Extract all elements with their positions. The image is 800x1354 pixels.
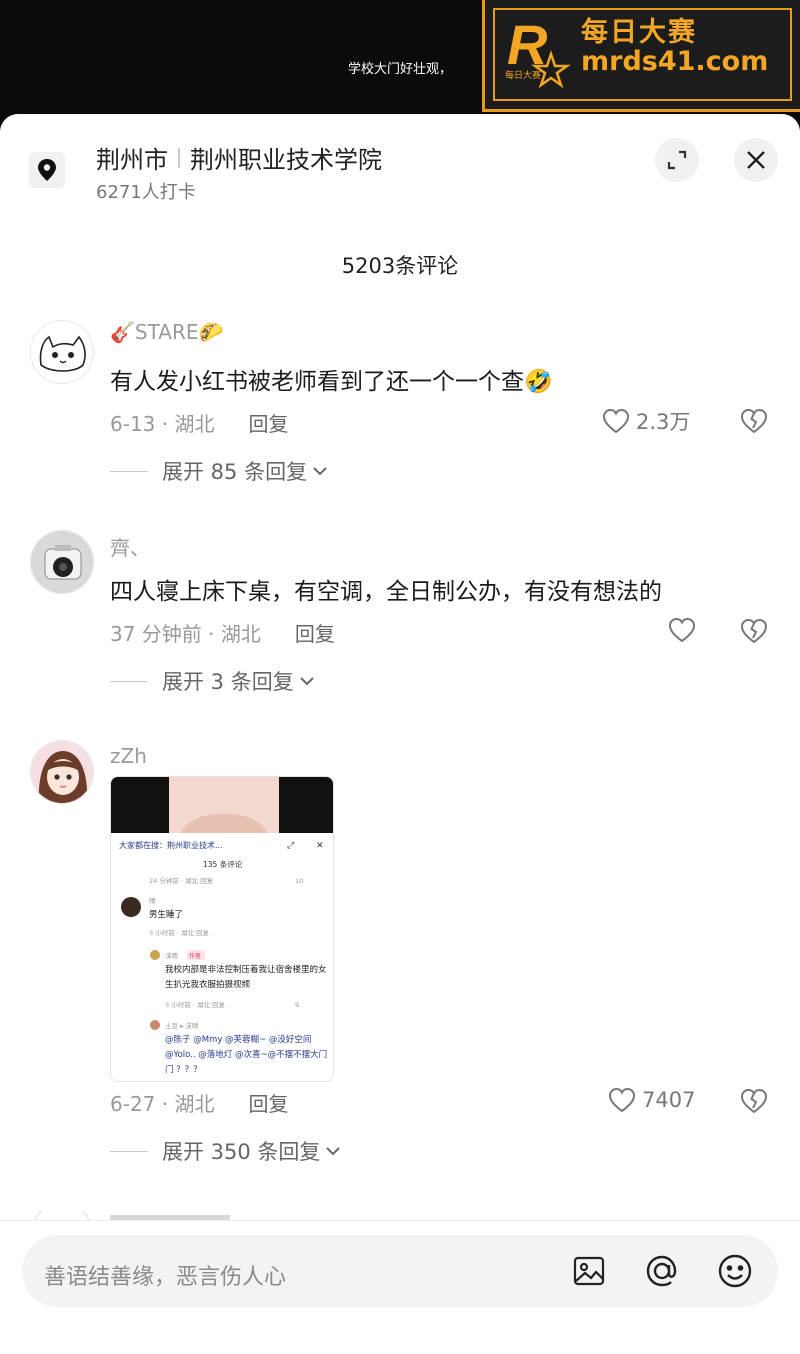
comment-username[interactable]: 齊、 <box>110 532 150 561</box>
thumb-expand-icon: ⤢ <box>286 841 294 851</box>
location-title[interactable]: 荆州市 荆州职业技术学院 <box>96 140 382 175</box>
thumb-user1-meta: 3 小时前 · 湖北 回复 <box>149 928 209 937</box>
expand-replies[interactable]: 展开 3 条回复 <box>110 666 316 696</box>
comment-time: 6-13 · 湖北 <box>110 412 215 436</box>
thumb-user2-meta: 3 小时前 · 湖北 回复 <box>165 1000 225 1009</box>
anime-girl-avatar-icon <box>31 741 93 803</box>
expand-divider <box>110 1150 148 1152</box>
emoji-icon[interactable] <box>715 1251 755 1291</box>
like-count: 2.3万 <box>636 410 691 434</box>
video-caption: 学校大门好壮观， <box>348 62 453 77</box>
thumb-user1-text: 男生睡了 <box>149 909 183 920</box>
watermark-title: 每日大赛 <box>581 17 697 48</box>
comment-text: 有人发小红书被老师看到了还一个一个查🤣 <box>110 369 553 395</box>
location-place: 荆州职业技术学院 <box>190 146 382 174</box>
image-icon[interactable] <box>569 1251 609 1291</box>
expand-replies-label: 展开 350 条回复 <box>162 1140 321 1164</box>
input-placeholder: 善语结善缘，恶言伤人心 <box>44 1265 287 1290</box>
broken-heart-icon <box>740 1088 768 1114</box>
expand-icon <box>667 150 687 170</box>
expand-replies[interactable]: 展开 350 条回复 <box>110 1136 342 1166</box>
thumb-close-icon: ✕ <box>316 841 324 851</box>
comment-username[interactable]: zZh <box>110 744 147 768</box>
thumb-row1-meta: 24 分钟前 · 湖北 回复 <box>149 876 214 885</box>
watermark-logo-text: 每日大赛 <box>505 69 541 81</box>
watermark-badge: R 每日大赛 每日大赛 mrds41.com <box>482 0 800 112</box>
heart-icon <box>608 1087 636 1113</box>
thumb-user2-likes: 9 <box>295 1001 299 1009</box>
comment-meta: 6-13 · 湖北 回复 <box>110 408 288 437</box>
comment-text: 四人寝上床下桌，有空调，全日制公办，有没有想法的 <box>110 579 662 605</box>
video-background: 学校大门好壮观， R 每日大赛 每日大赛 mrds41.com <box>0 0 800 132</box>
camera-avatar-icon <box>31 531 93 593</box>
location-pin-icon <box>29 152 65 188</box>
close-button[interactable] <box>734 138 778 182</box>
like-button[interactable]: 2.3万 <box>602 406 690 436</box>
like-button[interactable]: 7407 <box>608 1087 695 1113</box>
broken-heart-icon <box>740 618 768 644</box>
comment-image-attachment[interactable]: 大家都在搜：荆州职业技术... ⤢ ✕ 135 条评论 24 分钟前 · 湖北 … <box>110 776 334 1082</box>
cat-avatar-icon <box>31 321 93 383</box>
comment-time: 37 分钟前 · 湖北 <box>110 622 261 646</box>
comment-meta: 37 分钟前 · 湖北 回复 <box>110 618 335 647</box>
thumb-row1-likes: 10 <box>295 877 303 885</box>
reply-button[interactable]: 回复 <box>295 618 335 647</box>
thumb-user2-tag: 作者 <box>189 952 201 960</box>
broken-heart-icon <box>740 408 768 434</box>
dislike-button[interactable] <box>740 408 768 438</box>
comment-time: 6-27 · 湖北 <box>110 1092 215 1116</box>
thumb-title: 大家都在搜：荆州职业技术... <box>119 840 223 850</box>
expand-replies[interactable]: 展开 85 条回复 <box>110 456 329 486</box>
comment-meta: 6-27 · 湖北 回复 <box>110 1088 288 1117</box>
thumb-count: 135 条评论 <box>203 859 243 869</box>
avatar[interactable] <box>30 740 94 804</box>
thumb-user3: 土豆 ▸ 沫晴 <box>165 1021 199 1030</box>
location-divider <box>178 147 180 168</box>
expand-replies-label: 展开 3 条回复 <box>162 670 294 694</box>
watermark-url: mrds41.com <box>581 46 769 77</box>
at-icon[interactable] <box>642 1251 682 1291</box>
watermark-logo-icon: R 每日大赛 <box>505 13 571 89</box>
dislike-button[interactable] <box>740 618 768 648</box>
reply-button[interactable]: 回复 <box>248 1088 288 1117</box>
comment-sheet: 荆州市 荆州职业技术学院 6271人打卡 5203条评论 🎸STARE🌮 有人发… <box>0 114 800 1354</box>
thumb-user1: 晴 <box>149 896 156 905</box>
chevron-down-icon <box>326 1147 341 1156</box>
thumb-user2-text: 我校内部是非法控制压着我让宿舍楼里的女生扒光我衣服拍摄视频 <box>165 965 327 990</box>
comment-input[interactable]: 善语结善缘，恶言伤人心 <box>22 1235 778 1307</box>
expand-replies-label: 展开 85 条回复 <box>162 460 308 484</box>
thumb-user2: 沫晴 <box>165 951 179 960</box>
avatar[interactable] <box>30 320 94 384</box>
reply-button[interactable]: 回复 <box>248 408 288 437</box>
expand-button[interactable] <box>655 138 699 182</box>
checkin-count: 6271人打卡 <box>96 182 196 203</box>
dislike-button[interactable] <box>740 1088 768 1118</box>
expand-divider <box>110 470 148 472</box>
thumb-user3-text: @陈子 @Mmy @芙蓉糊~ @没好空间 @Yolo.. @落地灯 @次喜~@不… <box>165 1035 328 1075</box>
screenshot-thumbnail: 大家都在搜：荆州职业技术... ⤢ ✕ 135 条评论 24 分钟前 · 湖北 … <box>111 777 333 1081</box>
avatar[interactable] <box>30 530 94 594</box>
expand-divider <box>110 680 148 682</box>
chevron-down-icon <box>313 467 327 476</box>
like-count: 7407 <box>642 1088 696 1112</box>
chevron-down-icon <box>300 677 314 686</box>
heart-icon <box>602 408 630 434</box>
heart-icon <box>668 617 696 643</box>
comment-input-bar: 善语结善缘，恶言伤人心 <box>0 1220 800 1354</box>
like-button[interactable] <box>668 617 702 643</box>
comment-username[interactable]: 🎸STARE🌮 <box>110 320 223 344</box>
location-city: 荆州市 <box>96 146 168 174</box>
comments-count-title: 5203条评论 <box>341 254 459 278</box>
close-icon <box>747 151 765 169</box>
